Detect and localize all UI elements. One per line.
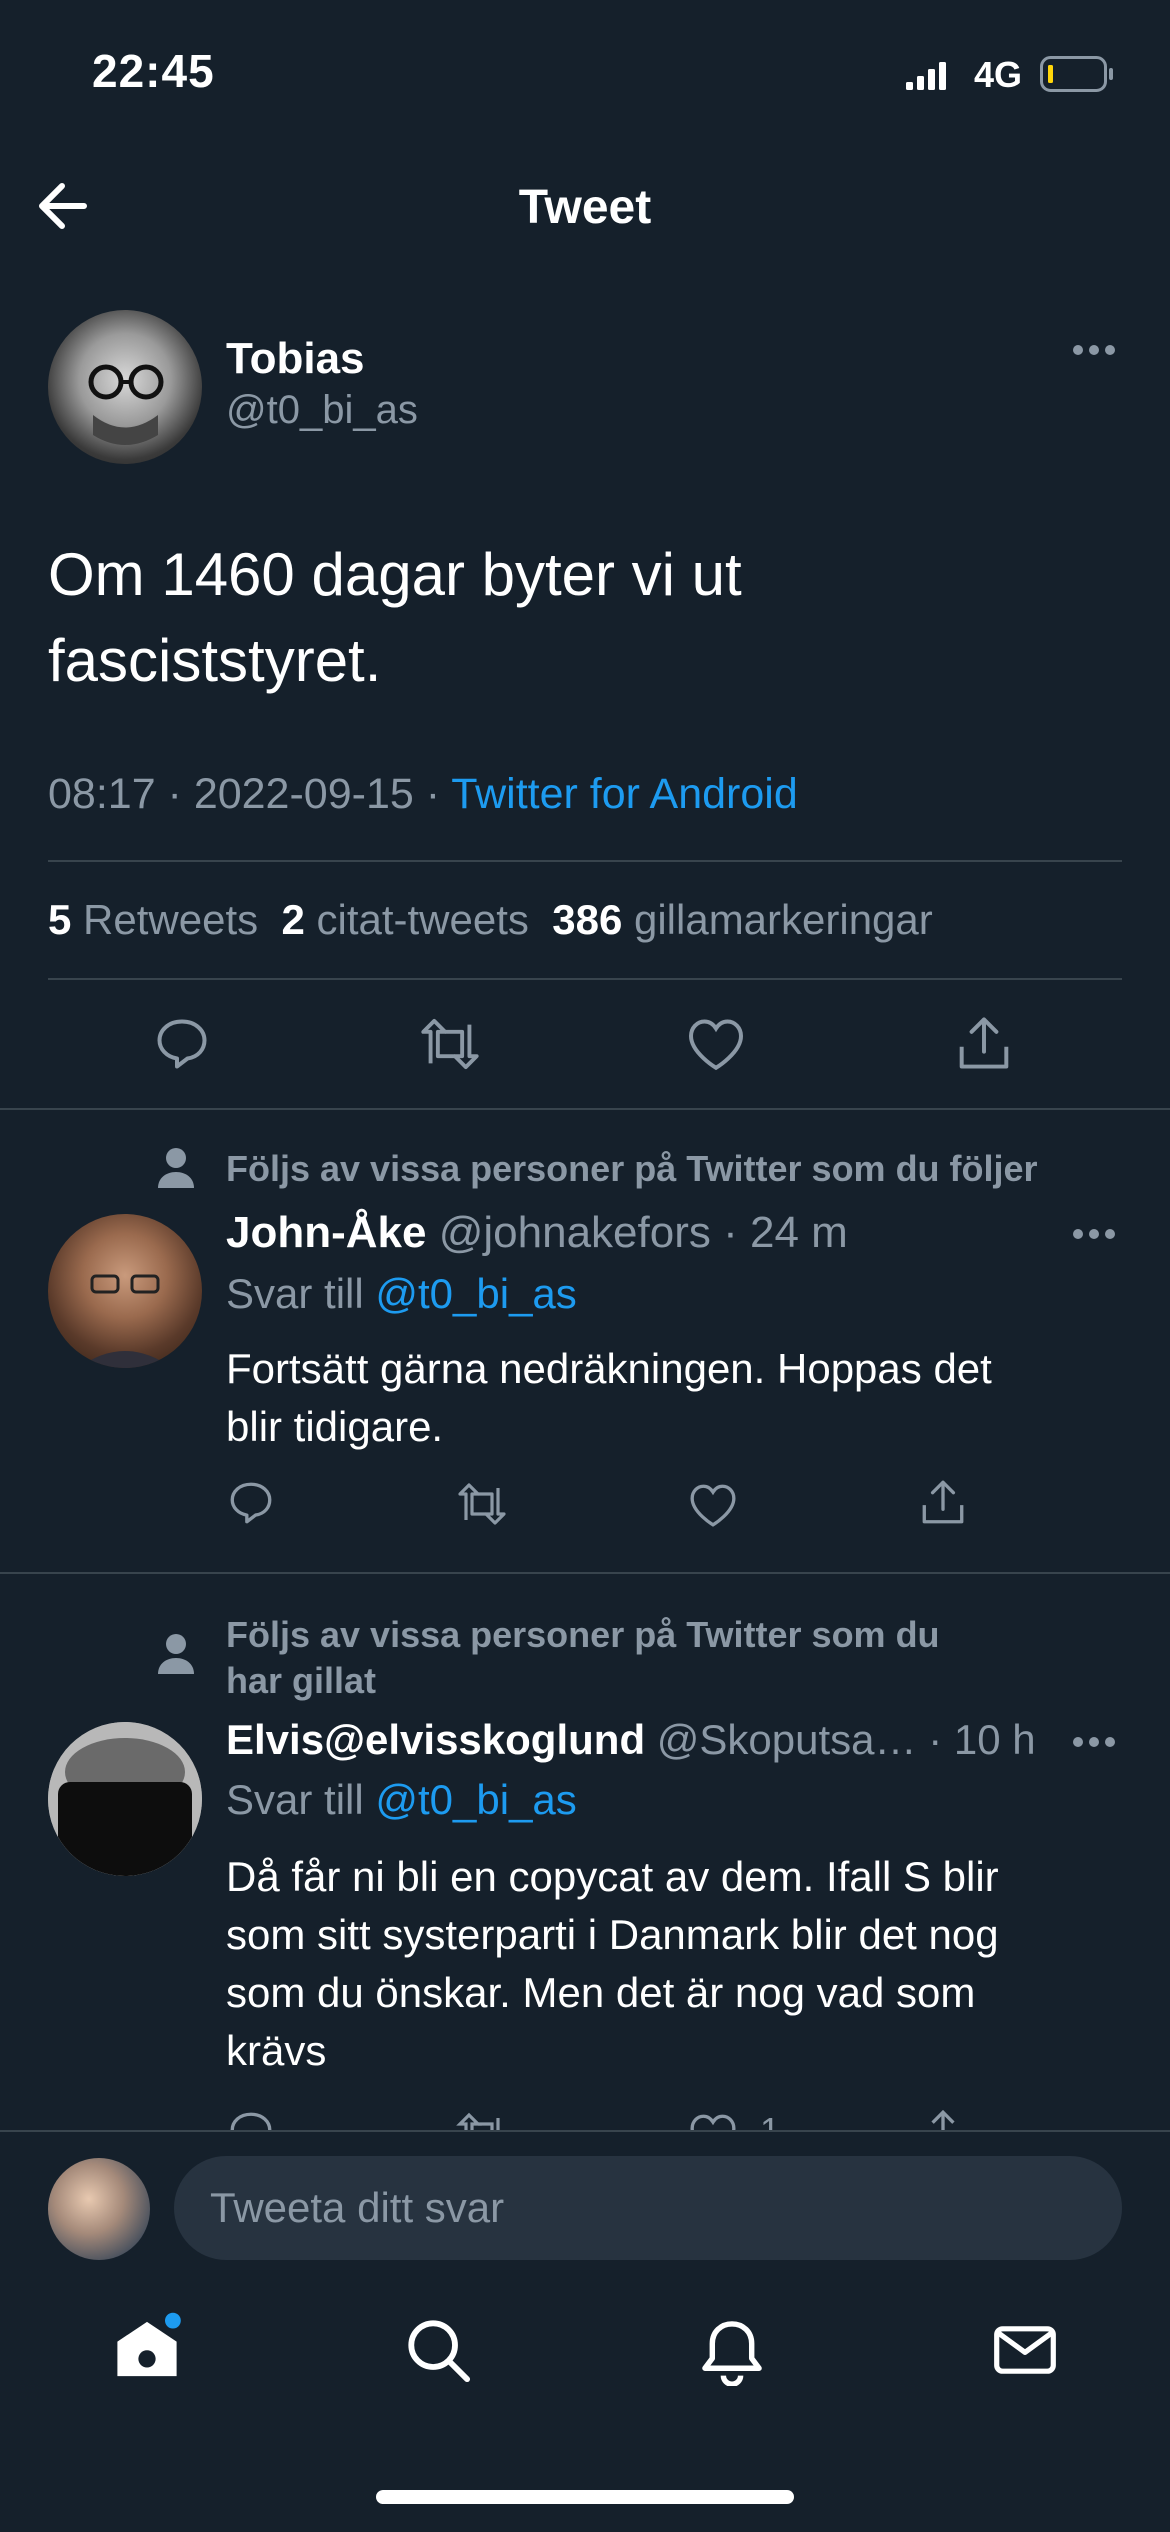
retweet-icon[interactable] bbox=[454, 2110, 510, 2130]
share-icon[interactable] bbox=[954, 1012, 1014, 1074]
reply-text-line: som sitt systerparti i Danmark blir det … bbox=[226, 1911, 999, 1958]
reply-icon[interactable] bbox=[226, 1478, 276, 1528]
reply-input[interactable]: Tweeta ditt svar bbox=[174, 2156, 1122, 2260]
replying-to: Svar till @t0_bi_as bbox=[226, 1270, 577, 1318]
reply-text-line: Då får ni bli en copycat av dem. Ifall S… bbox=[226, 1853, 999, 1900]
share-icon[interactable] bbox=[918, 1476, 968, 1528]
reply-text-line: som du önskar. Men det är nog vad som bbox=[226, 1969, 976, 2016]
more-icon[interactable] bbox=[1072, 344, 1116, 356]
quotes-count: 2 bbox=[281, 896, 305, 943]
quotes-stat[interactable]: 2 citat-tweets bbox=[281, 896, 528, 943]
network-label: 4G bbox=[974, 54, 1023, 95]
like-icon[interactable] bbox=[688, 2112, 738, 2130]
replying-to-prefix: Svar till bbox=[226, 1270, 376, 1317]
reply-time: · 24 m bbox=[723, 1208, 848, 1257]
person-icon bbox=[156, 1146, 196, 1188]
reply-text-line: Fortsätt gärna nedräkningen. Hoppas det bbox=[226, 1345, 992, 1392]
battery-icon bbox=[1040, 56, 1114, 92]
page-title: Tweet bbox=[518, 181, 652, 234]
signal-icon bbox=[906, 60, 950, 90]
reply-text-line: blir tidigare. bbox=[226, 1403, 444, 1450]
quotes-label: citat-tweets bbox=[316, 896, 529, 943]
reply-text: Då får ni bli en copycat av dem. Ifall S… bbox=[226, 1848, 999, 2080]
social-context-line: Följs av vissa personer på Twitter som d… bbox=[226, 1614, 940, 1655]
bell-icon[interactable] bbox=[700, 2316, 764, 2386]
retweets-label: Retweets bbox=[83, 896, 259, 943]
reply-text: Fortsätt gärna nedräkningen. Hoppas det … bbox=[226, 1340, 992, 1456]
like-count: 1 bbox=[760, 2110, 780, 2130]
retweets-count: 5 bbox=[48, 896, 72, 943]
home-icon[interactable] bbox=[110, 2312, 184, 2386]
mail-icon[interactable] bbox=[992, 2320, 1058, 2380]
more-icon[interactable] bbox=[1072, 1736, 1116, 1748]
tweet-timestamp: 08:17 · 2022-09-15 · bbox=[48, 770, 452, 818]
status-time: 22:45 bbox=[92, 45, 215, 97]
reply-header: Elvis@elvisskoglund @Skoputsa… · 10 h bbox=[226, 1716, 1036, 1764]
reply-actions-clipped: 1 bbox=[0, 2094, 1170, 2130]
social-context: Följs av vissa personer på Twitter som d… bbox=[226, 1148, 1038, 1189]
retweet-icon[interactable] bbox=[454, 1480, 510, 1528]
person-icon bbox=[156, 1632, 196, 1674]
social-context: Följs av vissa personer på Twitter som d… bbox=[226, 1612, 940, 1704]
replying-to-prefix: Svar till bbox=[226, 1776, 376, 1823]
retweets-stat[interactable]: 5 Retweets bbox=[48, 896, 258, 943]
reply-author-name[interactable]: Elvis@elvisskoglund bbox=[226, 1716, 645, 1763]
reply-time: · 10 h bbox=[928, 1716, 1036, 1763]
tweet-source-link[interactable]: Twitter for Android bbox=[451, 770, 798, 818]
search-icon[interactable] bbox=[404, 2316, 472, 2384]
replying-to-link[interactable]: @t0_bi_as bbox=[375, 1270, 576, 1317]
retweet-icon[interactable] bbox=[416, 1014, 484, 1074]
reply-icon[interactable] bbox=[226, 2108, 276, 2130]
reply-text-line: krävs bbox=[226, 2027, 327, 2074]
replying-to: Svar till @t0_bi_as bbox=[226, 1776, 577, 1824]
likes-count: 386 bbox=[552, 896, 623, 943]
reply-author-name[interactable]: John-Åke bbox=[226, 1208, 426, 1257]
tweet-text-line: Om 1460 dagar byter vi ut bbox=[48, 541, 742, 608]
reply-header: John-Åke @johnakefors · 24 m bbox=[226, 1208, 848, 1258]
likes-stat[interactable]: 386 gillamarkeringar bbox=[552, 896, 933, 943]
tweet-text-line: fasciststyret. bbox=[48, 627, 382, 694]
composer-avatar bbox=[48, 2158, 150, 2260]
social-context-line: har gillat bbox=[226, 1660, 377, 1701]
author-handle[interactable]: @t0_bi_as bbox=[226, 388, 418, 433]
author-name[interactable]: Tobias bbox=[226, 334, 365, 384]
likes-label: gillamarkeringar bbox=[633, 896, 933, 943]
avatar-elvis[interactable] bbox=[48, 1722, 202, 1876]
replying-to-link[interactable]: @t0_bi_as bbox=[375, 1776, 576, 1823]
avatar-john-ake[interactable] bbox=[48, 1214, 202, 1368]
tweet-stats: 5 Retweets 2 citat-tweets 386 gillamarke… bbox=[48, 896, 933, 944]
reply-input-placeholder: Tweeta ditt svar bbox=[210, 2184, 505, 2231]
avatar-tobias[interactable] bbox=[48, 310, 202, 464]
share-icon[interactable] bbox=[918, 2106, 968, 2130]
reply-author-handle[interactable]: @Skoputsa… bbox=[657, 1716, 917, 1763]
reply-icon[interactable] bbox=[152, 1014, 212, 1074]
like-icon[interactable] bbox=[686, 1016, 746, 1072]
reply-author-handle[interactable]: @johnakefors bbox=[439, 1208, 711, 1257]
tweet-meta: 08:17 · 2022-09-15 · Twitter for Android bbox=[48, 770, 798, 819]
like-icon[interactable] bbox=[688, 1482, 738, 1528]
more-icon[interactable] bbox=[1072, 1228, 1116, 1240]
tweet-text: Om 1460 dagar byter vi ut fasciststyret. bbox=[48, 532, 742, 704]
home-indicator bbox=[376, 2490, 794, 2504]
